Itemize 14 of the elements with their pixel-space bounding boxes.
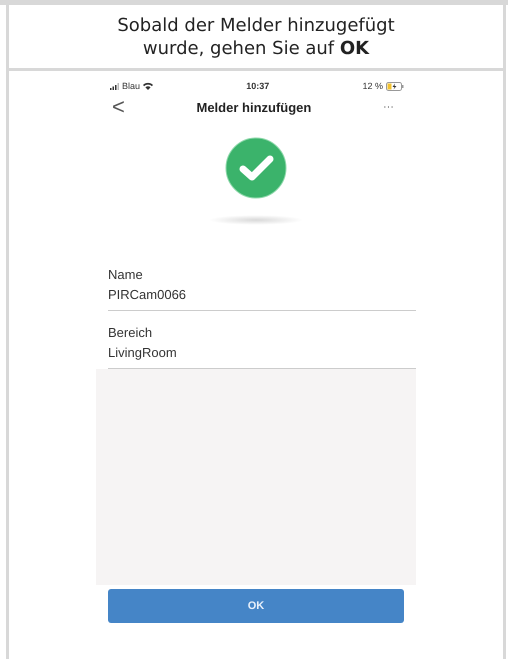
signal-icon bbox=[110, 82, 119, 90]
battery-text: 12 % bbox=[362, 81, 383, 91]
clock-text: 10:37 bbox=[246, 81, 270, 91]
success-check-icon bbox=[225, 137, 287, 199]
battery-icon bbox=[386, 82, 404, 90]
wifi-icon bbox=[143, 82, 154, 90]
instruction-text: Sobald der Melder hinzugefügt wurde, gehen Sie auf OK bbox=[116, 14, 396, 60]
field-value[interactable]: PIRCam0066 bbox=[108, 281, 416, 311]
more-button[interactable]: ··· bbox=[382, 101, 394, 113]
field-label: Name bbox=[107, 266, 144, 281]
back-button[interactable]: < bbox=[112, 94, 125, 120]
carrier-text: Blau bbox=[122, 81, 140, 91]
screen-title: Melder hinzufügen bbox=[196, 100, 312, 114]
field-label: Bereich bbox=[107, 324, 154, 339]
